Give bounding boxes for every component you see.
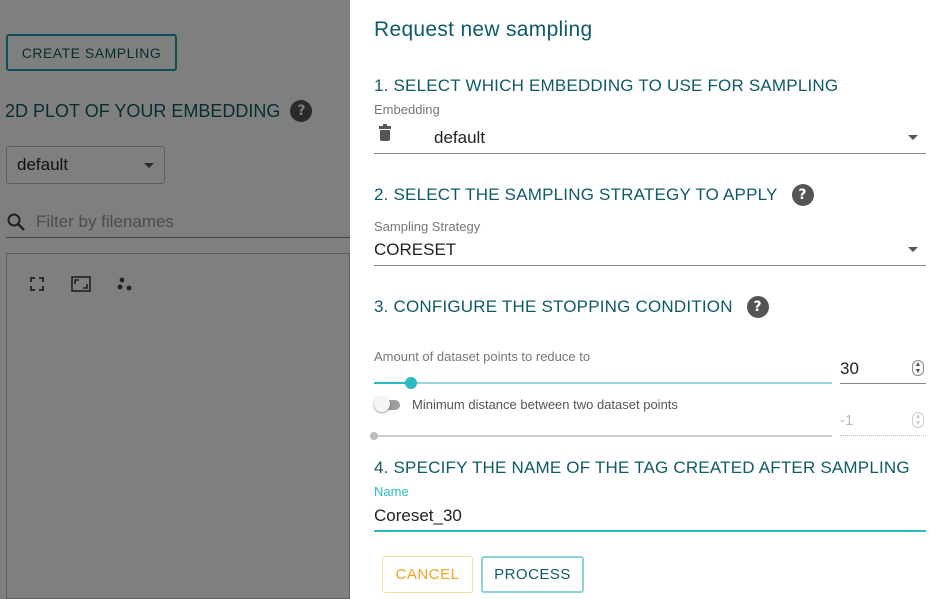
dialog-title: Request new sampling xyxy=(374,18,593,41)
amount-input-value: 30 xyxy=(840,358,859,378)
embedding-dropdown-value: default xyxy=(434,127,486,147)
section-strategy-title: 2. SELECT THE SAMPLING STRATEGY TO APPLY… xyxy=(374,184,814,206)
process-button[interactable]: PROCESS xyxy=(481,556,584,593)
strategy-dropdown[interactable]: CORESET xyxy=(374,234,926,266)
min-distance-toggle[interactable] xyxy=(374,396,400,412)
amount-slider-track[interactable] xyxy=(374,382,832,384)
min-distance-input: -1 ▲ ▼ xyxy=(840,406,926,436)
min-distance-slider-track xyxy=(374,435,832,437)
strategy-dropdown-value: CORESET xyxy=(374,239,457,259)
min-distance-label: Minimum distance between two dataset poi… xyxy=(412,397,678,412)
amount-input[interactable]: 30 ▲ ▼ xyxy=(840,354,926,384)
section-embedding-title: 1. SELECT WHICH EMBEDDING TO USE FOR SAM… xyxy=(374,76,839,95)
request-sampling-dialog: Request new sampling 1. SELECT WHICH EMB… xyxy=(350,0,947,599)
stepper-icon[interactable]: ▲ ▼ xyxy=(912,360,924,376)
min-distance-slider-thumb xyxy=(370,432,378,440)
chevron-down-icon xyxy=(908,247,918,252)
trash-icon[interactable] xyxy=(378,123,392,142)
embedding-label: Embedding xyxy=(374,102,440,117)
section-stopping-text: 3. CONFIGURE THE STOPPING CONDITION xyxy=(374,297,733,316)
amount-label: Amount of dataset points to reduce to xyxy=(374,349,591,364)
stepper-icon: ▲ ▼ xyxy=(912,412,924,428)
embedding-dropdown[interactable]: default xyxy=(374,122,926,154)
tag-name-input[interactable]: Coreset_30 xyxy=(374,502,926,532)
chevron-down-icon xyxy=(908,135,918,140)
strategy-label: Sampling Strategy xyxy=(374,219,481,234)
help-icon[interactable]: ? xyxy=(746,296,769,318)
section-stopping-title: 3. CONFIGURE THE STOPPING CONDITION ? xyxy=(374,296,769,318)
help-icon[interactable]: ? xyxy=(791,184,814,206)
section-strategy-text: 2. SELECT THE SAMPLING STRATEGY TO APPLY xyxy=(374,185,778,204)
name-label: Name xyxy=(374,484,409,499)
min-distance-input-value: -1 xyxy=(840,412,854,429)
tag-name-value: Coreset_30 xyxy=(374,506,462,525)
cancel-button[interactable]: CANCEL xyxy=(382,556,473,593)
amount-slider-thumb[interactable] xyxy=(405,377,417,389)
section-name-title: 4. SPECIFY THE NAME OF THE TAG CREATED A… xyxy=(374,458,910,477)
